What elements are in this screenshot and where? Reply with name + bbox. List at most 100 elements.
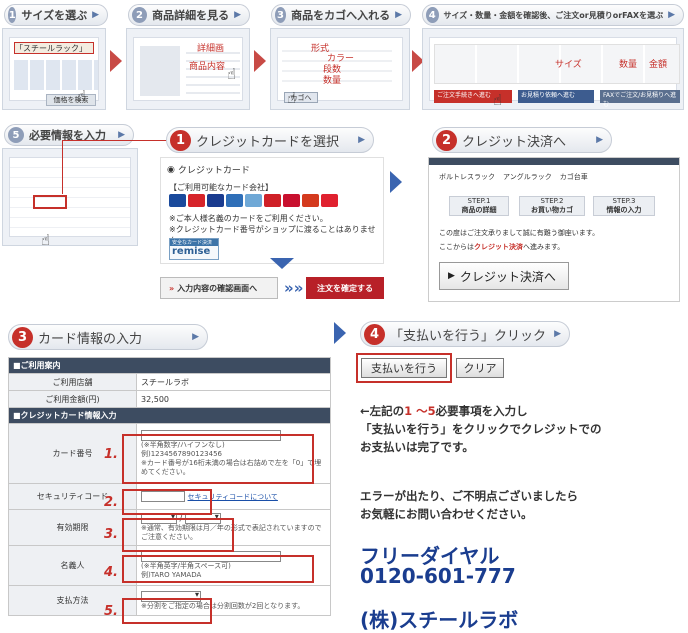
settle-proceed-text: ここからはクレジット決済へ進みます。 — [439, 242, 564, 252]
card-brand-icon — [283, 194, 300, 207]
tab-boltless-rack[interactable]: ボルトレスラック — [439, 172, 495, 182]
cursor-icon: ☝ — [227, 65, 237, 83]
instr-post: 必要事項を入力し — [435, 404, 528, 418]
card-brand-icon — [302, 194, 319, 207]
settle-panel: ボルトレスラック アングルラック カゴ台車 STEP.1 商品の詳細 STEP.… — [428, 157, 680, 302]
cursor-icon: ☝ — [287, 89, 297, 107]
step4-header: 4 サイズ・数量・金額を確認後、ご注文or見積りorFAXを選ぶ ▶ — [422, 4, 684, 26]
pay-button[interactable]: 支払いを行う — [361, 358, 447, 378]
settle-proceed-post: へ進みます。 — [523, 243, 565, 251]
settle-proceed-pre: ここからは — [439, 243, 474, 251]
step-number: 3 — [275, 7, 287, 23]
field-number-4: 4. — [104, 565, 118, 580]
thumbnail-add-to-cart: カゴへ 形式 カラー 段数 数量 ☝ — [270, 28, 410, 110]
remise-caption: 安全なカード決済 — [170, 239, 218, 246]
highlight-box — [33, 195, 67, 209]
cursor-icon: ☝ — [493, 91, 503, 109]
step3-header: 3 商品をカゴへ入れる ▶ — [271, 4, 411, 26]
field-number-3: 3. — [104, 527, 118, 542]
step-number: 1 — [170, 129, 191, 151]
credit-step-header: 1 クレジットカードを選択 ▶ — [166, 127, 374, 153]
arrow-icon: ▶ — [234, 10, 241, 20]
field-number-1: 1. — [104, 447, 118, 462]
step-no: STEP.1 — [467, 197, 491, 205]
step-name: お買い物カゴ — [531, 206, 573, 214]
settle-tabs: ボルトレスラック アングルラック カゴ台車 — [439, 172, 588, 182]
step1-header: 1 サイズを選ぶ ▶ — [4, 4, 108, 26]
price-search-button[interactable]: 価格を検索 — [46, 94, 96, 106]
step-number: 1 — [8, 7, 17, 23]
tab-cage-cart[interactable]: カゴ台車 — [560, 172, 588, 182]
card-brand-icon — [188, 194, 205, 207]
annotation-label: 金額 — [649, 60, 668, 70]
step-number: 2 — [132, 7, 148, 23]
quote-proceed-button[interactable]: お見積り依頼へ進む — [518, 90, 594, 103]
arrow-icon: ▶ — [192, 332, 199, 342]
credit-settle-button[interactable]: ▶ クレジット決済へ — [439, 262, 569, 290]
step-label: 商品詳細を見る — [152, 9, 230, 22]
card-section-header: ■クレジットカード情報入力 — [8, 407, 331, 424]
credit-settle-label: クレジット決済へ — [459, 269, 556, 284]
arrow-icon: ▶ — [554, 329, 561, 339]
thumbnail-info-input: ☝ — [2, 148, 138, 246]
fax-proceed-button[interactable]: FAXでご注文/お見積りへ進む — [600, 90, 680, 108]
instr-line-2: 「支払いを行う」をクリックでクレジットでの — [360, 422, 602, 436]
step-label: サイズを選ぶ — [21, 9, 88, 22]
step-label: 商品をカゴへ入れる — [291, 9, 391, 22]
confirm-order-label: 注文を確定する — [317, 283, 373, 293]
credit-radio-row[interactable]: ◉ クレジットカード — [167, 163, 250, 177]
free-dial-number: 0120-601-777 — [360, 564, 516, 588]
thumbnail-product-detail: 詳細画 商品内容 ☝ — [126, 28, 250, 110]
step-name: 商品の詳細 — [461, 206, 497, 214]
step-label: サイズ・数量・金額を確認後、ご注文or見積りorFAXを選ぶ — [443, 10, 664, 20]
arrow-icon: ▶ — [358, 135, 365, 145]
cursor-icon: ☝ — [77, 87, 87, 105]
card-brand-icon — [245, 194, 262, 207]
card-brand-icon — [264, 194, 281, 207]
arrow-icon: ▶ — [92, 10, 99, 20]
remise-badge: 安全なカード決済 remise — [169, 238, 219, 260]
settle-proceed-link: クレジット決済 — [474, 243, 523, 251]
usable-cards-title: 【ご利用可能なカード会社】 — [169, 183, 273, 192]
card-brand-icon — [226, 194, 243, 207]
play-icon: ▶ — [448, 271, 455, 281]
credit-card-panel: ◉ クレジットカード 【ご利用可能なカード会社】 ※ご本人様名義のカードをご利用… — [160, 157, 384, 264]
instr-range: 1 〜5 — [404, 404, 436, 418]
settle-step-header: 2 クレジット決済へ ▶ — [432, 127, 612, 153]
tab-angle-rack[interactable]: アングルラック — [503, 172, 552, 182]
confirm-screen-label: 入力内容の確認画面へ — [177, 283, 258, 293]
card-brand-logos — [169, 194, 381, 210]
flow-arrow-icon — [334, 322, 346, 344]
confirm-order-button[interactable]: 注文を確定する — [306, 277, 384, 299]
payment-step-header: 4 「支払いを行う」クリック ▶ — [360, 321, 570, 347]
radio-icon[interactable]: ◉ — [167, 165, 175, 175]
step-no: STEP.3 — [612, 197, 636, 205]
annotation-label: 商品内容 — [189, 62, 226, 72]
step-label: クレジットカードを選択 — [196, 134, 340, 150]
step-box-1: STEP.1 商品の詳細 — [449, 196, 509, 216]
chevrons-icon: » — [169, 283, 175, 293]
step-box-3: STEP.3 情報の入力 — [593, 196, 655, 216]
amount-label: ご利用金額(円) — [8, 390, 137, 408]
card-brand-icon — [169, 194, 186, 207]
highlight-box — [122, 555, 314, 583]
confirm-screen-button[interactable]: » 入力内容の確認画面へ — [160, 277, 278, 299]
error-line-1: エラーが出たり、ご不明点ございましたら — [360, 489, 579, 503]
step-number: 4 — [426, 7, 439, 23]
clear-button[interactable]: クリア — [456, 358, 504, 378]
company-name: (株)スチールラボ — [360, 608, 519, 632]
payment-instructions: ←左記の1 〜5必要事項を入力し 「支払いを行う」をクリックでクレジットでの お… — [360, 402, 602, 456]
step-label: クレジット決済へ — [462, 134, 567, 150]
arrow-icon: ▶ — [395, 10, 402, 20]
contact-note: エラーが出たり、ご不明点ございましたら お気軽にお問い合わせください。 — [360, 487, 578, 523]
connector-line — [62, 140, 172, 141]
arrow-icon: ▶ — [668, 10, 675, 20]
arrow-icon: ▶ — [118, 130, 125, 140]
annotation-label: 数量 — [323, 76, 342, 86]
step-label: カード情報の入力 — [38, 331, 143, 347]
clear-button-label: クリア — [463, 362, 497, 375]
flow-arrow-icon — [110, 50, 122, 72]
highlight-box — [122, 434, 314, 484]
step-label: 「支払いを行う」クリック — [390, 328, 547, 344]
annotation-label: サイズ — [555, 60, 582, 70]
